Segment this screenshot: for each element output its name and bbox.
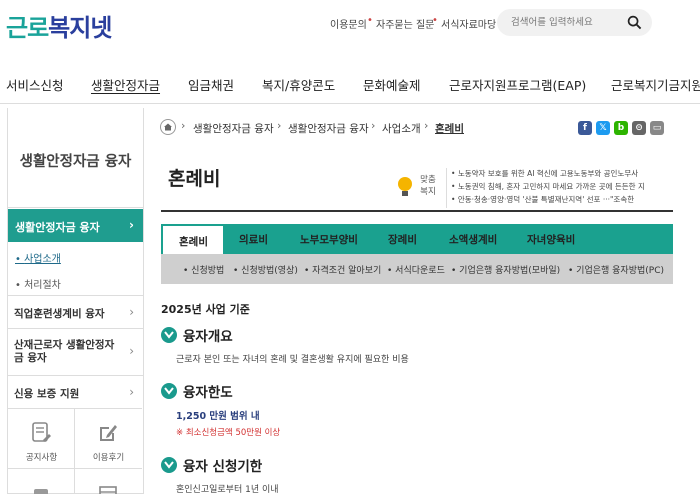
sidebar-sub-process[interactable]: • 처리절차 [15, 276, 61, 291]
year-label: 2025년 사업 기준 [161, 303, 250, 316]
page-title: 혼례비 [168, 168, 221, 190]
search-input[interactable] [511, 15, 621, 30]
gnb-item-living-fund[interactable]: 생활안정자금 [91, 75, 160, 94]
notice-label: 맞춤복지 [420, 175, 436, 197]
breadcrumb-separator: › [371, 119, 376, 132]
chevron-down-icon [161, 327, 177, 343]
gnb-item-art-festival[interactable]: 문화예술제 [363, 75, 421, 94]
util-separator: • [432, 15, 438, 26]
section-title-limit: 융자한도 [183, 385, 233, 401]
quick-link-extra-2[interactable] [75, 468, 142, 494]
twitter-icon[interactable]: 𝕏 [596, 121, 610, 135]
calendar-icon [99, 486, 117, 494]
util-link-forms[interactable]: 서식자료마당 [441, 16, 496, 31]
gnb-item-eap[interactable]: 근로자지원프로그램(EAP) [449, 75, 586, 94]
gnb-item-service[interactable]: 서비스신청 [6, 75, 64, 94]
sidebar-item-living-fund-loan[interactable]: 생활안정자금 융자 › [8, 209, 143, 242]
search-icon[interactable] [627, 15, 642, 30]
header: 근로복지넷 이용문의 • 자주묻는 질문 • 서식자료마당 [0, 0, 700, 50]
sidebar-sub-intro[interactable]: • 사업소개 [15, 250, 61, 265]
divider [161, 210, 673, 212]
quick-link-notice[interactable]: 공지사항 [8, 408, 75, 468]
quick-link-reviews[interactable]: 이용후기 [75, 408, 142, 468]
chevron-down-icon [161, 457, 177, 473]
tab-medical[interactable]: 의료비 [239, 224, 268, 254]
section-text-overview: 근로자 본인 또는 자녀의 혼례 및 결혼생활 유지에 필요한 비용 [176, 355, 409, 365]
section-title-overview: 융자개요 [183, 329, 233, 345]
gnb-item-welfare-fund[interactable]: 근로복지기금지원 [611, 75, 700, 94]
main-navigation: 서비스신청 생활안정자금 임금채권 복지/휴양콘도 문화예술제 근로자지원프로그… [0, 62, 700, 104]
divider [446, 168, 447, 208]
sidebar: 생활안정자금 융자 생활안정자금 융자 › • 사업소개 • 처리절차 직업훈련… [7, 108, 144, 494]
breadcrumb-current: 혼례비 [435, 123, 464, 135]
lightbulb-icon [398, 177, 412, 196]
sidebar-item-training-loan[interactable]: 직업훈련생계비 융자 › [8, 295, 143, 328]
tab-wedding[interactable]: 혼례비 [161, 224, 225, 254]
cup-icon [34, 489, 48, 494]
site-logo[interactable]: 근로복지넷 [6, 8, 112, 43]
chevron-down-icon [161, 383, 177, 399]
home-icon[interactable] [160, 119, 176, 135]
breadcrumb-separator: › [424, 119, 429, 132]
loan-limit-amount: 1,250 만원 범위 내 [176, 411, 260, 422]
breadcrumb-separator: › [277, 119, 282, 132]
notice-item[interactable]: • 노동약자 보호를 위한 AI 혁신에 고용노동부와 공인노무사 [451, 168, 638, 179]
chevron-right-icon: › [129, 385, 134, 399]
subtab-ibk-pc[interactable]: • 기업은행 융자방법(PC) [568, 263, 664, 276]
facebook-icon[interactable]: f [578, 121, 592, 135]
minimum-amount-warning: ※ 최소신청금액 50만원 이상 [176, 428, 281, 438]
subtab-eligibility[interactable]: • 자격조건 알아보기 [304, 263, 381, 276]
util-link-contact[interactable]: 이용문의 [330, 16, 367, 31]
subtab-forms[interactable]: • 서식다운로드 [387, 263, 445, 276]
subtab-ibk-mobile[interactable]: • 기업은행 융자방법(모바일) [451, 263, 560, 276]
subtab-apply[interactable]: • 신청방법 [183, 263, 224, 276]
blog-icon[interactable]: b [614, 121, 628, 135]
search-box [497, 9, 652, 36]
category-tabs: 혼례비 의료비 노부모부양비 장례비 소액생계비 자녀양육비 [161, 224, 673, 254]
breadcrumb-item[interactable]: 생활안정자금 융자 [193, 121, 274, 136]
chevron-right-icon: › [129, 218, 134, 232]
gnb-item-wage-claim[interactable]: 임금채권 [188, 75, 234, 94]
chevron-right-icon: › [129, 344, 134, 358]
tab-child-rearing[interactable]: 자녀양육비 [527, 224, 575, 254]
print-icon[interactable]: ▭ [650, 121, 664, 135]
breadcrumb-separator: › [181, 119, 186, 132]
util-link-faq[interactable]: 자주묻는 질문 [376, 16, 434, 31]
util-separator: • [367, 15, 373, 26]
gnb-item-welfare-condo[interactable]: 복지/휴양콘도 [262, 75, 335, 94]
subtab-apply-video[interactable]: • 신청방법(영상) [233, 263, 298, 276]
tab-funeral[interactable]: 장례비 [388, 224, 417, 254]
tab-small-living[interactable]: 소액생계비 [449, 224, 497, 254]
quick-link-extra-1[interactable] [8, 468, 75, 494]
tab-parent-support[interactable]: 노부모부양비 [300, 224, 358, 254]
sidebar-item-credit-guarantee[interactable]: 신용 보증 지원 › [8, 375, 143, 408]
section-text-deadline: 혼인신고일로부터 1년 이내 [176, 485, 279, 494]
breadcrumb-item[interactable]: 사업소개 [382, 121, 421, 136]
notice-item[interactable]: • 노동권익 침해, 혼자 고민하지 마세요 가까운 곳에 든든한 지 [451, 181, 645, 192]
section-title-deadline: 융자 신청기한 [183, 459, 263, 475]
sidebar-title: 생활안정자금 융자 [8, 108, 143, 208]
sub-tabs: • 신청방법 • 신청방법(영상) • 자격조건 알아보기 • 서식다운로드 •… [161, 254, 673, 284]
notice-ticker: 맞춤복지 • 노동약자 보호를 위한 AI 혁신에 고용노동부와 공인노무사 •… [391, 168, 673, 208]
sidebar-item-industrial-loan[interactable]: 산재근로자 생활안정자금 융자 › [8, 328, 143, 375]
link-copy-icon[interactable]: ⊝ [632, 121, 646, 135]
notice-item[interactable]: • 안동·청송·영양·영덕 '산불 특별재난지역' 선포 ···"조속한 [451, 194, 634, 205]
review-edit-icon [100, 425, 117, 441]
breadcrumb-item[interactable]: 생활안정자금 융자 [288, 121, 369, 136]
notice-board-icon [32, 422, 51, 442]
chevron-right-icon: › [129, 305, 134, 319]
